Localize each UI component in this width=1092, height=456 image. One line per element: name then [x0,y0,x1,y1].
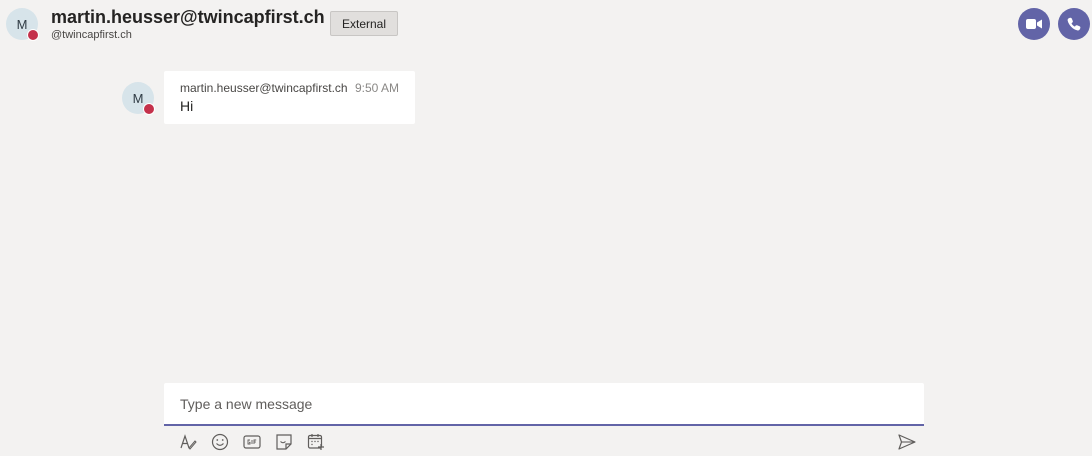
message-text: Hi [180,98,194,114]
format-button[interactable] [179,433,197,451]
audio-call-icon [1067,17,1081,31]
message-sender: martin.heusser@twincapfirst.ch [180,81,348,95]
emoji-icon [211,433,229,451]
message-timestamp: 9:50 AM [355,81,400,95]
presence-busy-icon [27,29,39,41]
chat-header: M martin.heusser@twincapfirst.ch @twinca… [0,0,1092,52]
video-call-icon [1026,19,1042,29]
external-badge-label: External [341,16,387,31]
gif-button[interactable] [243,433,261,451]
avatar-initial: M [16,16,28,32]
chat-subtitle: @twincapfirst.ch [51,29,132,41]
message-input[interactable] [164,383,920,424]
message-composer [164,383,924,426]
message-avatar-initial: M [132,90,144,106]
schedule-meeting-icon [307,434,324,450]
schedule-meeting-button[interactable] [307,433,325,451]
external-badge[interactable]: External [330,11,398,36]
chat-title: martin.heusser@twincapfirst.ch [51,7,325,27]
chat-window: M martin.heusser@twincapfirst.ch @twinca… [0,0,1092,456]
message-bubble[interactable]: martin.heusser@twincapfirst.ch 9:50 AM H… [164,71,415,124]
format-icon [180,434,197,450]
video-call-button[interactable] [1018,8,1050,40]
sticker-button[interactable] [275,433,293,451]
audio-call-button[interactable] [1058,8,1090,40]
send-button[interactable] [898,433,916,451]
gif-icon [243,435,261,449]
sticker-icon [276,434,292,450]
presence-busy-icon [143,103,155,115]
emoji-button[interactable] [211,433,229,451]
send-icon [898,434,916,450]
